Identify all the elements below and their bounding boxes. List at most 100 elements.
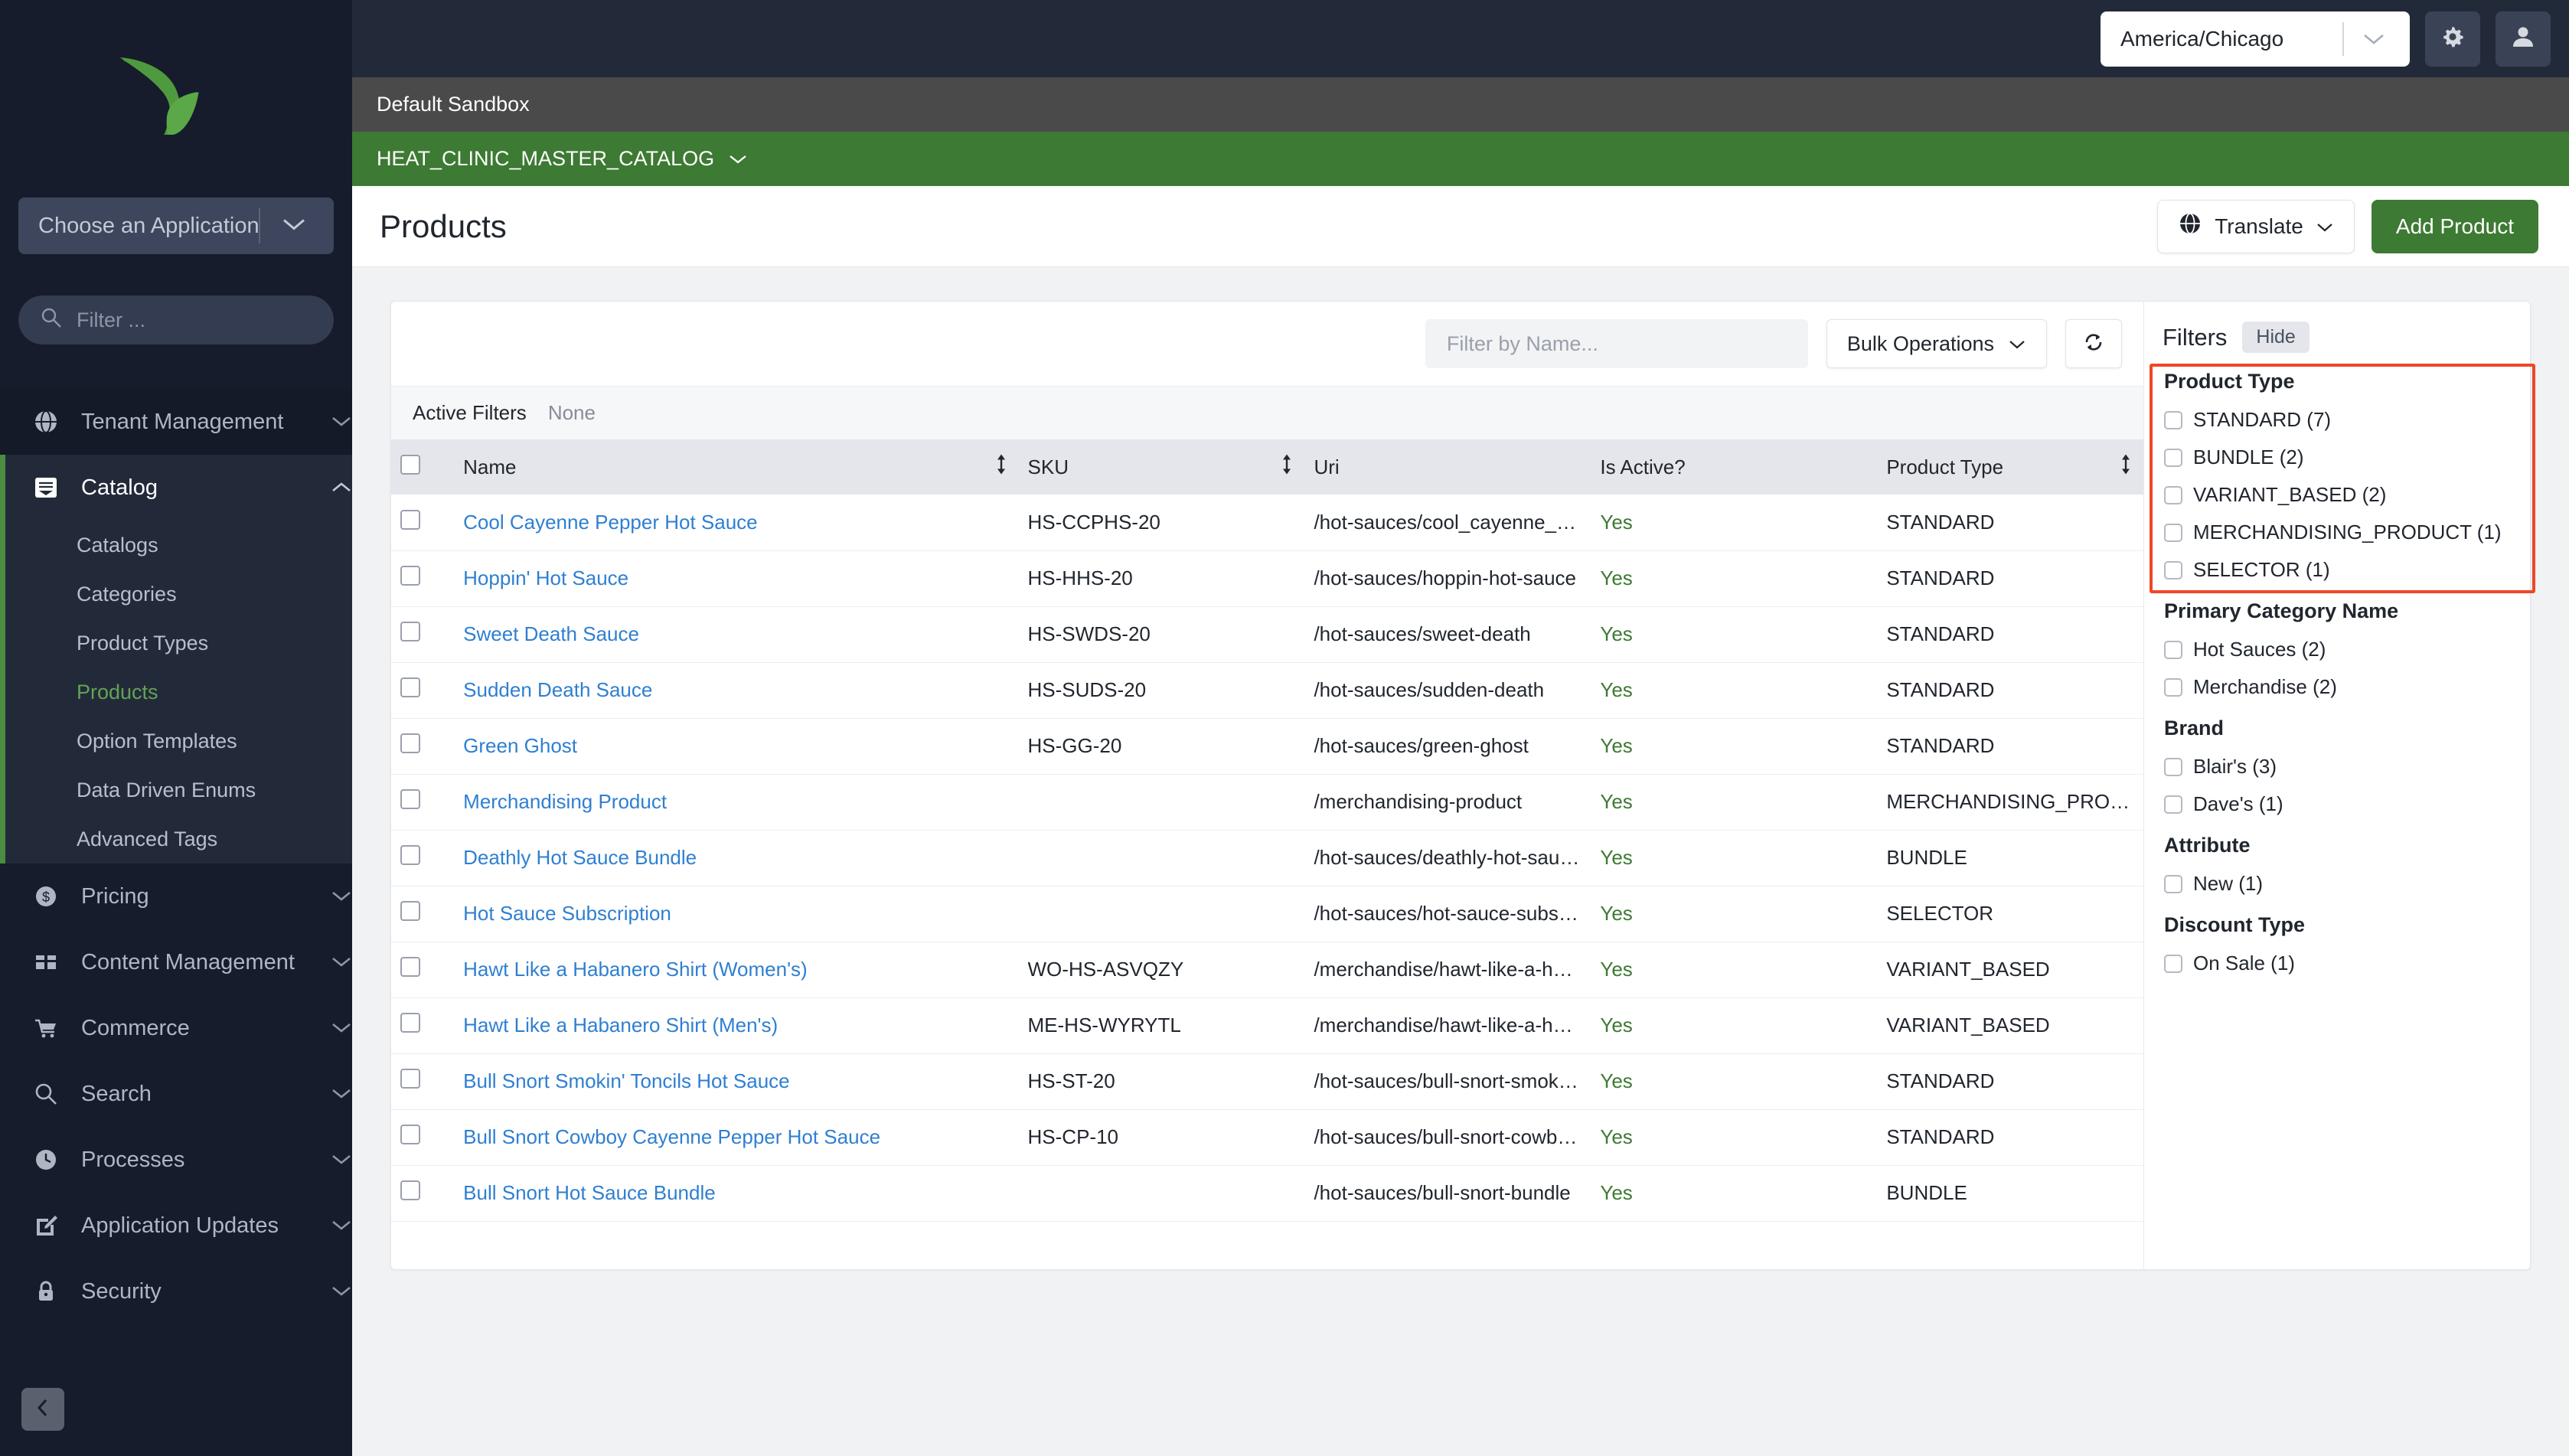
- column-header-name[interactable]: Name: [454, 439, 1018, 495]
- sidebar-item-tenant-management[interactable]: Tenant Management: [0, 389, 352, 455]
- filter-option[interactable]: SELECTOR (1): [2164, 551, 2519, 589]
- filter-checkbox[interactable]: [2164, 485, 2182, 504]
- filter-option[interactable]: Dave's (1): [2164, 785, 2519, 823]
- sandbox-bar[interactable]: Default Sandbox: [352, 77, 2569, 132]
- product-name-link[interactable]: Sudden Death Sauce: [463, 678, 1009, 702]
- sort-icon[interactable]: [1280, 453, 1294, 482]
- sidebar-subitem-catalogs[interactable]: Catalogs: [5, 521, 352, 570]
- table-row[interactable]: Cool Cayenne Pepper Hot Sauce HS-CCPHS-20…: [391, 495, 2143, 551]
- table-row[interactable]: Green Ghost HS-GG-20/hot-sauces/green-gho…: [391, 718, 2143, 775]
- sidebar-subitem-data-driven-enums[interactable]: Data Driven Enums: [5, 766, 352, 815]
- row-checkbox[interactable]: [400, 1069, 420, 1089]
- table-row[interactable]: Sweet Death Sauce HS-SWDS-20/hot-sauces/s…: [391, 606, 2143, 663]
- refresh-button[interactable]: [2065, 319, 2122, 368]
- row-checkbox[interactable]: [400, 845, 420, 865]
- table-row[interactable]: Merchandising Product/merchandising-prod…: [391, 774, 2143, 831]
- filter-option[interactable]: BUNDLE (2): [2164, 439, 2519, 476]
- table-row[interactable]: Deathly Hot Sauce Bundle/hot-sauces/deat…: [391, 830, 2143, 886]
- timezone-selector[interactable]: America/Chicago: [2101, 11, 2410, 67]
- sort-icon[interactable]: [994, 453, 1008, 482]
- filter-checkbox[interactable]: [2164, 677, 2182, 697]
- filter-option[interactable]: New (1): [2164, 865, 2519, 903]
- row-checkbox[interactable]: [400, 901, 420, 921]
- filter-checkbox[interactable]: [2164, 523, 2182, 542]
- product-name-link[interactable]: Cool Cayenne Pepper Hot Sauce: [463, 511, 1009, 534]
- filter-option[interactable]: MERCHANDISING_PRODUCT (1): [2164, 514, 2519, 551]
- table-row[interactable]: Hoppin' Hot Sauce HS-HHS-20/hot-sauces/ho…: [391, 550, 2143, 607]
- sidebar-subitem-option-templates[interactable]: Option Templates: [5, 717, 352, 766]
- bulk-operations-button[interactable]: Bulk Operations: [1826, 319, 2047, 368]
- filter-option[interactable]: Blair's (3): [2164, 748, 2519, 785]
- column-header-product-type[interactable]: Product Type: [1877, 439, 2143, 495]
- product-name-link[interactable]: Bull Snort Cowboy Cayenne Pepper Hot Sau…: [463, 1125, 1009, 1149]
- sidebar-subitem-categories[interactable]: Categories: [5, 570, 352, 619]
- filter-option[interactable]: Hot Sauces (2): [2164, 631, 2519, 668]
- filter-option[interactable]: Merchandise (2): [2164, 668, 2519, 706]
- row-checkbox[interactable]: [400, 957, 420, 977]
- catalog-selector-bar[interactable]: HEAT_CLINIC_MASTER_CATALOG: [352, 132, 2569, 186]
- sidebar-item-content-management[interactable]: Content Management: [0, 929, 352, 995]
- product-name-link[interactable]: Merchandising Product: [463, 790, 1009, 814]
- product-name-link[interactable]: Hawt Like a Habanero Shirt (Women's): [463, 958, 1009, 981]
- column-header-sku[interactable]: SKU: [1019, 439, 1305, 495]
- translate-button[interactable]: Translate: [2157, 199, 2355, 253]
- sidebar-subitem-products[interactable]: Products: [5, 668, 352, 717]
- row-checkbox[interactable]: [400, 1180, 420, 1200]
- table-row[interactable]: Bull Snort Smokin' Toncils Hot Sauce HS-S…: [391, 1053, 2143, 1110]
- product-name-link[interactable]: Deathly Hot Sauce Bundle: [463, 846, 1009, 870]
- application-selector[interactable]: Choose an Application: [18, 198, 334, 254]
- select-all-checkbox[interactable]: [400, 454, 420, 475]
- column-header-uri[interactable]: Uri: [1304, 439, 1591, 495]
- sidebar-collapse-button[interactable]: [21, 1388, 64, 1431]
- sort-icon[interactable]: [2119, 453, 2133, 482]
- filter-option[interactable]: STANDARD (7): [2164, 401, 2519, 439]
- row-checkbox[interactable]: [400, 677, 420, 697]
- filter-checkbox[interactable]: [2164, 874, 2182, 893]
- settings-button[interactable]: [2425, 11, 2480, 67]
- row-checkbox[interactable]: [400, 622, 420, 641]
- table-row[interactable]: Bull Snort Hot Sauce Bundle/hot-sauces/b…: [391, 1165, 2143, 1222]
- sidebar-item-pricing[interactable]: $ Pricing: [0, 863, 352, 929]
- row-checkbox[interactable]: [400, 1125, 420, 1144]
- filter-checkbox[interactable]: [2164, 640, 2182, 659]
- row-checkbox[interactable]: [400, 1013, 420, 1033]
- filter-checkbox[interactable]: [2164, 410, 2182, 429]
- table-row[interactable]: Bull Snort Cowboy Cayenne Pepper Hot Sau…: [391, 1109, 2143, 1166]
- user-account-button[interactable]: [2496, 11, 2551, 67]
- sidebar-item-security[interactable]: Security: [0, 1258, 352, 1324]
- row-checkbox[interactable]: [400, 566, 420, 586]
- filter-checkbox[interactable]: [2164, 757, 2182, 776]
- table-row[interactable]: Hawt Like a Habanero Shirt (Women's) WO-H…: [391, 942, 2143, 998]
- filter-option[interactable]: On Sale (1): [2164, 945, 2519, 982]
- filter-option[interactable]: VARIANT_BASED (2): [2164, 476, 2519, 514]
- product-name-link[interactable]: Bull Snort Smokin' Toncils Hot Sauce: [463, 1069, 1009, 1093]
- table-row[interactable]: Hawt Like a Habanero Shirt (Men's) ME-HS-…: [391, 997, 2143, 1054]
- sidebar-item-search[interactable]: Search: [0, 1061, 352, 1127]
- sidebar-item-catalog[interactable]: Catalog: [0, 455, 352, 521]
- hide-filters-button[interactable]: Hide: [2242, 322, 2309, 353]
- product-name-link[interactable]: Green Ghost: [463, 734, 1009, 758]
- sidebar-item-application-updates[interactable]: Application Updates: [0, 1193, 352, 1258]
- sidebar-item-commerce[interactable]: Commerce: [0, 995, 352, 1061]
- filter-checkbox[interactable]: [2164, 560, 2182, 579]
- sidebar-filter-input[interactable]: Filter ...: [18, 295, 334, 344]
- sidebar-item-processes[interactable]: Processes: [0, 1127, 352, 1193]
- filter-checkbox[interactable]: [2164, 448, 2182, 467]
- row-checkbox[interactable]: [400, 509, 420, 530]
- add-product-button[interactable]: Add Product: [2371, 199, 2538, 253]
- filter-checkbox[interactable]: [2164, 795, 2182, 814]
- row-checkbox[interactable]: [400, 733, 420, 753]
- product-name-link[interactable]: Hawt Like a Habanero Shirt (Men's): [463, 1014, 1009, 1037]
- search-input[interactable]: Filter by Name...: [1425, 319, 1808, 368]
- column-header-is-active[interactable]: Is Active?: [1591, 439, 1877, 495]
- table-row[interactable]: Hot Sauce Subscription/hot-sauces/hot-sa…: [391, 886, 2143, 942]
- product-name-link[interactable]: Sweet Death Sauce: [463, 622, 1009, 646]
- product-name-link[interactable]: Bull Snort Hot Sauce Bundle: [463, 1181, 1009, 1205]
- table-row[interactable]: Sudden Death Sauce HS-SUDS-20/hot-sauces/…: [391, 662, 2143, 719]
- product-name-link[interactable]: Hoppin' Hot Sauce: [463, 566, 1009, 590]
- sidebar-subitem-product-types[interactable]: Product Types: [5, 619, 352, 668]
- sidebar-subitem-advanced-tags[interactable]: Advanced Tags: [5, 815, 352, 863]
- filter-checkbox[interactable]: [2164, 954, 2182, 973]
- product-name-link[interactable]: Hot Sauce Subscription: [463, 902, 1009, 926]
- row-checkbox[interactable]: [400, 789, 420, 809]
